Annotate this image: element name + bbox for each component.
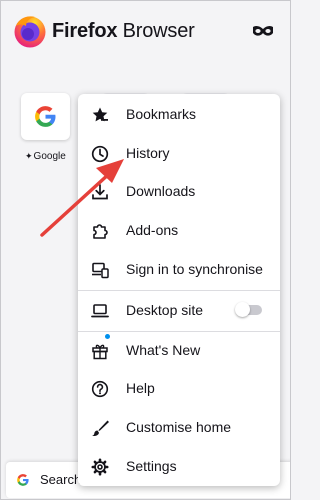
menu-item-label: Customise home (126, 419, 232, 435)
brand-title: Firefox Browser (52, 20, 195, 42)
menu-item-history[interactable]: History (78, 134, 280, 173)
menu-item-customise-home[interactable]: Customise home (78, 408, 280, 447)
brand-rest: Browser (117, 20, 195, 42)
laptop-icon (91, 304, 109, 318)
menu-item-whats-new[interactable]: What's New (78, 331, 280, 370)
menu-item-label: Desktop site (126, 302, 204, 318)
pin-icon: ✦ (25, 151, 33, 161)
menu-item-settings[interactable]: Settings (78, 447, 280, 486)
brand-bold: Firefox (52, 20, 118, 42)
menu-item-label: What's New (126, 342, 201, 358)
menu-item-label: Bookmarks (126, 106, 197, 122)
shortcut-label-text: Google (33, 151, 66, 162)
desktop-site-toggle[interactable] (235, 301, 262, 317)
menu-item-sign-in[interactable]: Sign in to synchronise (78, 250, 280, 289)
sync-device-icon (92, 262, 109, 279)
menu-item-desktop-site[interactable]: Desktop site (78, 291, 280, 330)
menu-item-label: Help (126, 380, 155, 396)
menu-item-label: Add-ons (126, 222, 179, 238)
clock-icon (91, 145, 109, 163)
star-icon (92, 107, 108, 122)
puzzle-icon (93, 224, 108, 239)
app-window: Firefox Browser ✦Google Search Bookmarks… (0, 0, 291, 500)
menu-item-label: Downloads (126, 183, 196, 199)
menu-item-label: Settings (126, 458, 177, 474)
gear-icon (91, 458, 109, 476)
google-search-icon (17, 474, 29, 486)
search-placeholder: Search (40, 472, 82, 487)
overflow-menu: Bookmarks History Downloads Add-ons Sign… (78, 94, 280, 486)
help-icon (91, 380, 109, 398)
toggle-thumb (235, 302, 250, 317)
menu-item-downloads[interactable]: Downloads (78, 172, 280, 211)
shortcut-google[interactable] (21, 93, 70, 140)
shortcut-google-label: ✦Google (25, 150, 66, 163)
new-badge-dot (105, 334, 110, 339)
menu-item-bookmarks[interactable]: Bookmarks (78, 95, 280, 134)
private-mode-icon[interactable] (252, 24, 274, 38)
menu-item-add-ons[interactable]: Add-ons (78, 211, 280, 250)
brush-icon (92, 420, 109, 436)
firefox-logo-icon (14, 16, 46, 48)
gift-icon (92, 344, 108, 360)
menu-item-label: Sign in to synchronise (126, 261, 263, 277)
menu-item-help[interactable]: Help (78, 369, 280, 408)
menu-item-label: History (126, 145, 170, 161)
download-icon (92, 184, 108, 200)
google-g-icon (35, 106, 56, 127)
